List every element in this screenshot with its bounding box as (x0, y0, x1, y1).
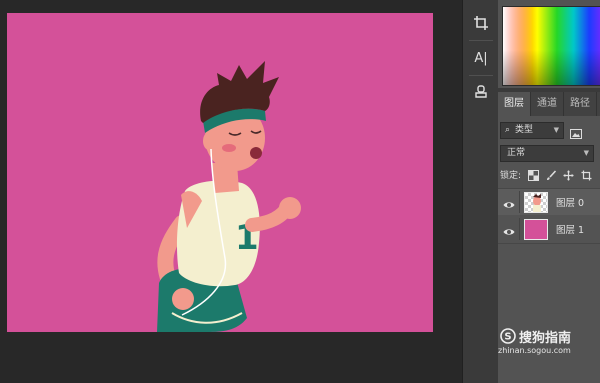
layer-thumbnail (524, 192, 548, 213)
type-tool-icon[interactable]: A| (469, 46, 493, 70)
layer-filter-label: 类型 (515, 125, 534, 135)
chevron-down-icon: ▼ (583, 149, 589, 157)
layer-row-divider (519, 191, 520, 213)
tool-divider (469, 40, 493, 41)
sogou-logo-icon: S (500, 328, 516, 344)
eye-icon[interactable] (503, 196, 515, 208)
tab-channels[interactable]: 通道 (531, 92, 564, 116)
type-tool-glyph: A| (474, 50, 488, 66)
runner-illustration: 1 (157, 61, 301, 332)
layer-name: 图层 1 (556, 225, 585, 236)
lock-transparency-icon[interactable] (528, 170, 539, 181)
tab-layers[interactable]: 图层 (498, 92, 531, 116)
lock-artboard-icon[interactable] (581, 170, 592, 181)
lock-label: 锁定: (500, 171, 522, 181)
sogou-logo-letter: S (504, 332, 511, 343)
stamp-tool-icon[interactable] (469, 80, 493, 104)
tab-paths[interactable]: 路径 (564, 92, 597, 116)
layer-thumbnail (524, 219, 548, 240)
document-canvas[interactable]: 1 (7, 13, 433, 332)
tools-panel: A| (462, 0, 499, 383)
layer-filter-select[interactable]: ⌕ 类型 ▼ (500, 122, 564, 139)
chevron-down-icon: ▼ (553, 126, 559, 134)
lock-row: 锁定: (500, 169, 600, 183)
layers-panel-tabs: 图层 通道 路径 (498, 92, 600, 116)
lock-paint-icon[interactable] (546, 170, 557, 181)
document-workspace: 1 (0, 0, 462, 383)
crop-tool-icon[interactable] (469, 11, 493, 35)
layer-name: 图层 0 (556, 198, 585, 209)
watermark-title: 搜狗指南 (519, 331, 572, 346)
search-icon: ⌕ (505, 125, 511, 135)
color-picker[interactable] (502, 6, 600, 86)
blend-mode-select[interactable]: 正常 ▼ (500, 145, 594, 162)
layer-list-divider (498, 243, 600, 244)
watermark-url: zhinan.sogou.com (498, 346, 571, 355)
layer-row[interactable]: 图层 0 (498, 189, 600, 215)
lock-move-icon[interactable] (563, 170, 574, 181)
eye-icon[interactable] (503, 223, 515, 235)
color-spectrum[interactable] (503, 7, 600, 85)
tool-divider (469, 75, 493, 76)
image-filter-icon[interactable] (570, 124, 582, 139)
sogou-watermark: S 搜狗指南 zhinan.sogou.com (498, 322, 598, 362)
layer-row-divider (519, 218, 520, 240)
blend-mode-value: 正常 (507, 148, 526, 158)
layer-row[interactable]: 图层 1 (498, 216, 600, 242)
